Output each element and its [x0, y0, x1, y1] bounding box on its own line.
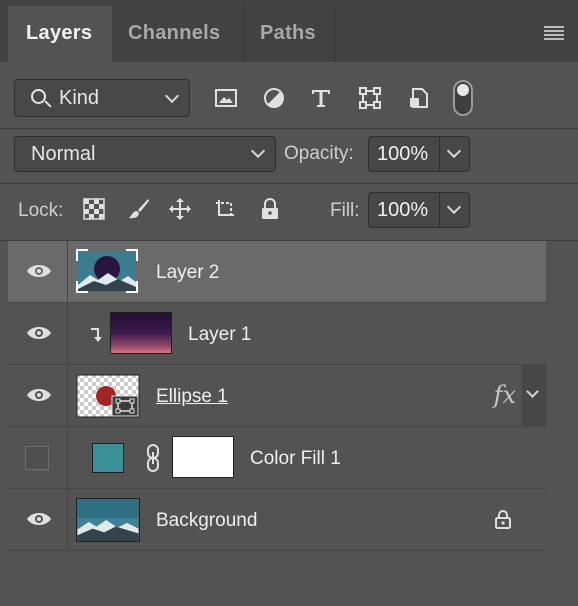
lock-all-icon[interactable]: [258, 197, 282, 221]
layer-row-ellipse-1[interactable]: Ellipse 1 fx: [8, 365, 546, 427]
fill-color-swatch[interactable]: [92, 443, 124, 473]
layer-name[interactable]: Layer 2: [156, 262, 219, 284]
eye-icon: [27, 513, 51, 525]
chevron-down-icon: [164, 88, 180, 104]
lock-label: Lock:: [18, 200, 64, 221]
link-chain-icon[interactable]: [146, 444, 160, 472]
layer-thumbnail-background: [76, 498, 140, 542]
visibility-toggle[interactable]: [8, 365, 68, 426]
layer-row-color-fill-1[interactable]: Color Fill 1: [8, 427, 546, 489]
tab-layers[interactable]: Layers: [8, 6, 112, 62]
chevron-down-icon: [250, 143, 266, 159]
blend-mode-value: Normal: [31, 143, 96, 165]
layer-row-layer-2[interactable]: Layer 2: [8, 241, 546, 303]
shape-filter-icon[interactable]: [358, 86, 382, 110]
opacity-input[interactable]: 100%: [368, 136, 440, 172]
layers-panel: Layers Channels Paths Kind Normal Opacit…: [0, 0, 578, 606]
opacity-label: Opacity:: [284, 143, 354, 164]
tab-channels[interactable]: Channels: [112, 6, 244, 62]
lock-artboard-icon[interactable]: [213, 197, 237, 221]
visibility-toggle[interactable]: [8, 241, 68, 302]
visibility-off-box: [25, 446, 49, 470]
filter-toggle[interactable]: [453, 80, 473, 116]
divider: [0, 183, 578, 184]
layer-thumbnail-layer-1: [110, 312, 172, 354]
lock-position-icon[interactable]: [168, 197, 192, 221]
layer-mask-thumbnail[interactable]: [172, 436, 234, 478]
eye-icon: [27, 265, 51, 277]
layer-name[interactable]: Background: [156, 510, 257, 532]
fill-input[interactable]: 100%: [368, 192, 440, 228]
lock-transparent-pixels-icon[interactable]: [82, 197, 106, 221]
eye-icon: [27, 327, 51, 339]
divider: [0, 128, 578, 129]
layer-name[interactable]: Color Fill 1: [250, 448, 341, 470]
tab-paths[interactable]: Paths: [244, 6, 336, 62]
chevron-down-icon: [446, 199, 462, 215]
fill-label: Fill:: [330, 200, 360, 221]
eye-icon: [27, 389, 51, 401]
visibility-toggle[interactable]: [8, 489, 68, 550]
layer-name[interactable]: Layer 1: [188, 324, 251, 346]
blend-mode-dropdown[interactable]: Normal: [14, 136, 276, 172]
filter-kind-dropdown[interactable]: Kind: [14, 79, 190, 117]
layers-list: Layer 2 Layer 1 Ellipse 1 fx Color Fill …: [8, 241, 546, 553]
type-filter-icon[interactable]: [309, 86, 333, 110]
expand-effects-button[interactable]: [522, 365, 546, 426]
layer-row-background[interactable]: Background: [8, 489, 546, 551]
layer-thumbnail-layer-2: [76, 249, 138, 293]
visibility-toggle[interactable]: [8, 303, 68, 364]
panel-tab-bar: Layers Channels Paths: [0, 0, 578, 62]
layer-name[interactable]: Ellipse 1: [156, 386, 228, 408]
image-filter-icon[interactable]: [214, 86, 238, 110]
layer-lock-icon[interactable]: [494, 509, 512, 529]
search-icon: [31, 89, 46, 104]
layer-effects-fx-icon[interactable]: fx: [494, 381, 516, 409]
fill-dropdown-button[interactable]: [440, 192, 470, 228]
smart-object-filter-icon[interactable]: [407, 86, 431, 110]
clipping-mask-arrow-icon: [91, 328, 102, 342]
chevron-down-icon: [446, 143, 462, 159]
visibility-toggle[interactable]: [8, 427, 68, 488]
adjustment-filter-icon[interactable]: [262, 86, 286, 110]
filter-kind-label: Kind: [59, 87, 100, 109]
layer-row-layer-1[interactable]: Layer 1: [8, 303, 546, 365]
panel-menu-icon[interactable]: [544, 26, 564, 40]
chevron-down-icon: [526, 385, 539, 398]
opacity-dropdown-button[interactable]: [440, 136, 470, 172]
layer-thumbnail-ellipse-1: [76, 374, 140, 418]
lock-image-pixels-icon[interactable]: [127, 197, 151, 221]
